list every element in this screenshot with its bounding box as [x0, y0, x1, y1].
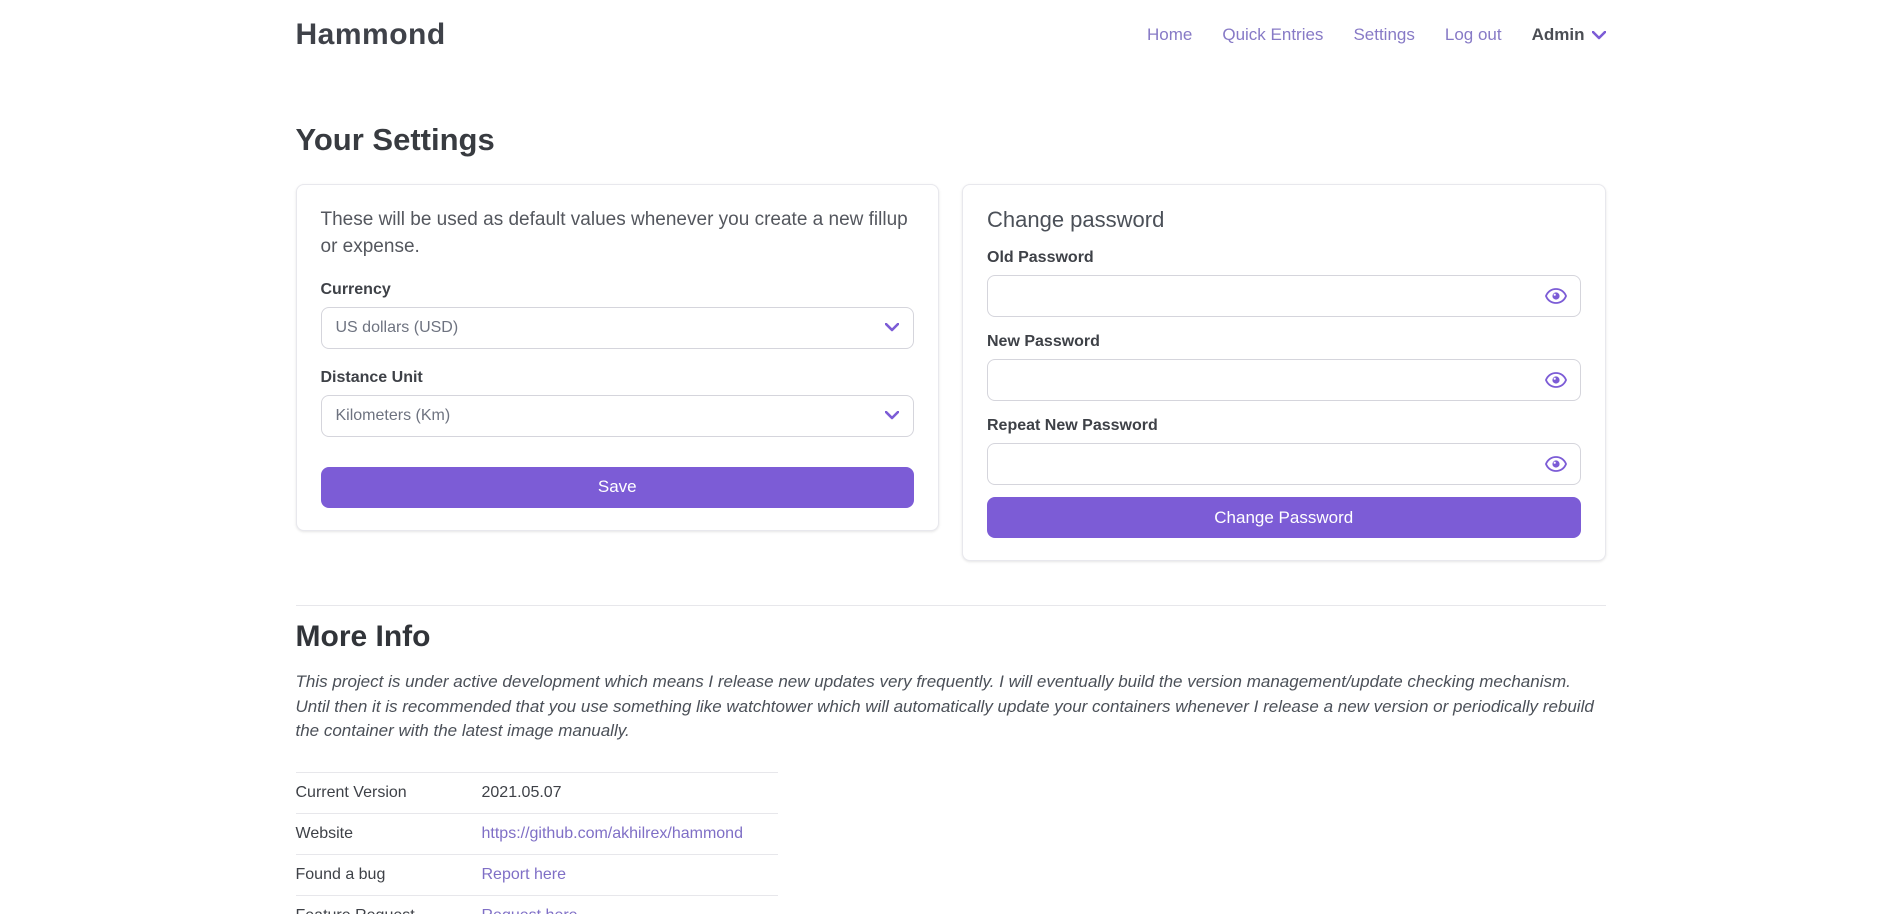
distance-unit-select-value: Kilometers (Km) — [336, 407, 451, 425]
nav-link-quick-entries[interactable]: Quick Entries — [1222, 25, 1323, 45]
change-password-title: Change password — [987, 207, 1581, 233]
development-note: This project is under active development… — [296, 670, 1606, 744]
currency-label: Currency — [321, 281, 915, 299]
report-bug-link[interactable]: Report here — [482, 866, 567, 883]
chevron-down-icon — [885, 411, 899, 420]
table-row: Feature Request Request here — [296, 895, 778, 914]
info-label: Feature Request — [296, 895, 482, 914]
new-password-input[interactable] — [987, 359, 1581, 401]
chevron-down-icon — [885, 323, 899, 332]
nav-links: Home Quick Entries Settings Log out Admi… — [1147, 25, 1606, 45]
brand-logo[interactable]: Hammond — [296, 18, 446, 52]
defaults-description: These will be used as default values whe… — [321, 207, 915, 261]
toggle-new-password-visibility-button[interactable] — [1541, 370, 1571, 390]
nav-link-settings[interactable]: Settings — [1353, 25, 1414, 45]
nav-link-home[interactable]: Home — [1147, 25, 1192, 45]
user-menu-label: Admin — [1532, 25, 1585, 45]
info-label: Website — [296, 813, 482, 854]
website-link[interactable]: https://github.com/akhilrex/hammond — [482, 825, 743, 842]
eye-icon — [1545, 460, 1567, 475]
repeat-new-password-input[interactable] — [987, 443, 1581, 485]
change-password-card: Change password Old Password New Passwor… — [962, 184, 1606, 561]
old-password-label: Old Password — [987, 249, 1581, 267]
new-password-label: New Password — [987, 333, 1581, 351]
top-navbar: Hammond Home Quick Entries Settings Log … — [296, 0, 1606, 70]
info-value: 2021.05.07 — [482, 772, 778, 813]
table-row: Found a bug Report here — [296, 854, 778, 895]
info-label: Current Version — [296, 772, 482, 813]
nav-link-logout[interactable]: Log out — [1445, 25, 1502, 45]
more-info-title: More Info — [296, 620, 1606, 654]
repeat-new-password-label: Repeat New Password — [987, 417, 1581, 435]
old-password-input[interactable] — [987, 275, 1581, 317]
currency-select-value: US dollars (USD) — [336, 319, 459, 337]
change-password-button[interactable]: Change Password — [987, 497, 1581, 538]
table-row: Website https://github.com/akhilrex/hamm… — [296, 813, 778, 854]
info-label: Found a bug — [296, 854, 482, 895]
distance-unit-select[interactable]: Kilometers (Km) — [321, 395, 915, 437]
more-info-table: Current Version 2021.05.07 Website https… — [296, 772, 778, 914]
page-title: Your Settings — [296, 122, 1606, 158]
eye-icon — [1545, 376, 1567, 391]
save-button[interactable]: Save — [321, 467, 915, 508]
new-password-field-wrap — [987, 359, 1581, 401]
feature-request-link[interactable]: Request here — [482, 907, 578, 914]
user-menu[interactable]: Admin — [1532, 25, 1606, 45]
distance-unit-label: Distance Unit — [321, 369, 915, 387]
chevron-down-icon — [1592, 31, 1606, 40]
currency-select[interactable]: US dollars (USD) — [321, 307, 915, 349]
toggle-old-password-visibility-button[interactable] — [1541, 286, 1571, 306]
repeat-new-password-field-wrap — [987, 443, 1581, 485]
toggle-repeat-new-password-visibility-button[interactable] — [1541, 454, 1571, 474]
default-values-card: These will be used as default values whe… — [296, 184, 940, 531]
settings-cards-row: These will be used as default values whe… — [296, 184, 1606, 561]
eye-icon — [1545, 292, 1567, 307]
table-row: Current Version 2021.05.07 — [296, 772, 778, 813]
section-divider — [296, 605, 1606, 606]
old-password-field-wrap — [987, 275, 1581, 317]
